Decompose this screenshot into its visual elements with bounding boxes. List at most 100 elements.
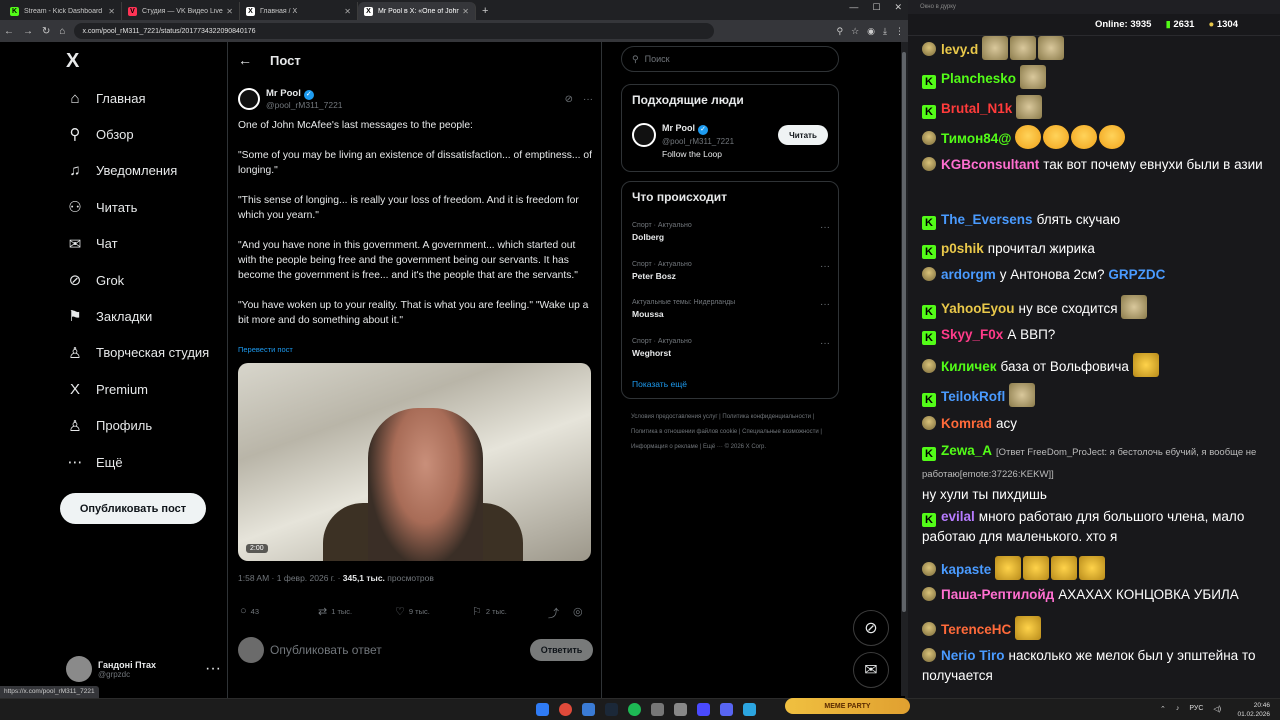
forward-icon[interactable]: → <box>23 26 33 37</box>
more-icon[interactable]: ··· <box>583 94 593 105</box>
nav-item[interactable]: ⋯ Ещё <box>66 447 123 477</box>
spotify-icon[interactable] <box>628 703 641 716</box>
chrome-icon[interactable] <box>559 703 572 716</box>
footer-links[interactable]: Условия предоставления услуг | Политика … <box>631 410 831 455</box>
clock[interactable]: 20:46 01.02.2026 <box>1237 701 1270 719</box>
more-icon[interactable]: ··· <box>820 222 830 233</box>
download-icon[interactable]: ⤓ <box>883 26 887 37</box>
home-icon[interactable]: ⌂ <box>59 26 65 37</box>
more-icon[interactable]: ··· <box>820 261 830 272</box>
tab-close-icon[interactable]: ✕ <box>226 7 233 16</box>
browser-tab[interactable]: X Главная / X ✕ <box>240 2 358 20</box>
zoom-icon[interactable]: ⚲ <box>836 26 843 37</box>
chat-username[interactable]: The_Eversens <box>941 212 1033 227</box>
account-switcher[interactable]: Гандоні Птах @grpzdc ··· <box>66 654 221 684</box>
trend-item[interactable]: Спорт · Актуально Weghorst ··· <box>632 338 830 358</box>
chat-username[interactable]: p0shik <box>941 241 984 256</box>
share-action[interactable]: ⤴ <box>548 605 559 621</box>
scrollbar-thumb[interactable] <box>902 52 906 612</box>
url-field[interactable]: x.com/pool_rM311_7221/status/20177343220… <box>74 23 715 39</box>
chat-username[interactable]: YahooEyou <box>941 301 1015 316</box>
new-tab-icon[interactable]: + <box>482 2 488 20</box>
more-icon[interactable]: ··· <box>820 338 830 349</box>
nav-item[interactable]: ♙ Творческая студия <box>66 338 209 368</box>
telegram-icon[interactable] <box>582 703 595 716</box>
bookmark-action[interactable]: ⚐ 2 тыс. <box>472 605 507 618</box>
chat-username[interactable]: Planchesko <box>941 71 1016 86</box>
more-icon[interactable]: ··· <box>205 660 221 678</box>
grok-fab-icon[interactable]: ⊘ <box>853 610 889 646</box>
post-video[interactable]: 2:00 <box>238 363 591 561</box>
discord-icon[interactable] <box>720 703 733 716</box>
trend-item[interactable]: Актуальные темы: Нидерланды Moussa ··· <box>632 299 830 319</box>
steam-icon[interactable] <box>605 703 618 716</box>
chat-username[interactable]: evilal <box>941 509 975 524</box>
chat-username[interactable]: Zewa_A <box>941 443 992 458</box>
repost-action[interactable]: ⇄ 1 тыс. <box>318 605 352 618</box>
start-icon[interactable] <box>536 703 549 716</box>
tab-close-icon[interactable]: ✕ <box>344 7 351 16</box>
follow-button[interactable]: Читать <box>778 125 828 145</box>
nav-item[interactable]: ⊘ Grok <box>66 265 124 295</box>
post-time[interactable]: 1:58 AM · 1 февр. 2026 г. · <box>238 573 343 583</box>
mic-icon[interactable]: ♪ <box>1176 705 1180 713</box>
media-icon[interactable] <box>697 703 710 716</box>
show-more-link[interactable]: Показать ещё <box>632 379 687 389</box>
nav-item[interactable]: X Premium <box>66 374 148 404</box>
chat-username[interactable]: levy.d <box>941 42 978 57</box>
translate-link[interactable]: Перевести пост <box>238 345 293 354</box>
chat-username[interactable]: Тимон84@ <box>941 131 1011 146</box>
nav-item[interactable]: ⌂ Главная <box>66 83 145 113</box>
publish-post-button[interactable]: Опубликовать пост <box>60 493 206 524</box>
browser-tab[interactable]: K Stream - Kick Dashboard ✕ <box>4 2 122 20</box>
nav-item[interactable]: ⚲ Обзор <box>66 119 134 149</box>
reload-icon[interactable]: ↻ <box>42 26 50 37</box>
browser-tab[interactable]: V Студия — VK Видео Live ✕ <box>122 2 240 20</box>
browser-tab[interactable]: X Mr Pool в X: «One of John McAfee's…✕ <box>358 2 476 20</box>
language-indicator[interactable]: РУС <box>1189 705 1203 713</box>
telegram2-icon[interactable] <box>743 703 756 716</box>
chat-mention[interactable]: GRPZDC <box>1108 267 1165 282</box>
trend-item[interactable]: Спорт · Актуально Dolberg ··· <box>632 222 830 242</box>
close-icon[interactable]: ✕ <box>894 2 902 13</box>
trend-item[interactable]: Спорт · Актуально Peter Bosz ··· <box>632 261 830 281</box>
back-icon[interactable]: ← <box>4 26 14 37</box>
search-input[interactable]: ⚲ Поиск <box>621 46 839 72</box>
nav-item[interactable]: ♫ Уведомления <box>66 156 177 186</box>
chat-username[interactable]: ardorgm <box>941 267 996 282</box>
author-name[interactable]: Mr Pool <box>266 88 301 99</box>
nav-item[interactable]: ✉ Чат <box>66 229 118 259</box>
globe-action[interactable]: ◎ <box>573 605 583 618</box>
messages-fab-icon[interactable]: ✉ <box>853 652 889 688</box>
chat-username[interactable]: kapaste <box>941 562 991 577</box>
scrollbar[interactable] <box>901 42 907 696</box>
reply-input[interactable]: Опубликовать ответ <box>270 643 530 657</box>
chat-username[interactable]: Nerio Tiro <box>941 648 1005 663</box>
reply-action[interactable]: ○ 43 <box>240 605 259 617</box>
star-icon[interactable]: ☆ <box>851 26 859 37</box>
menu-icon[interactable]: ⋮ <box>895 26 904 37</box>
chat-username[interactable]: Skyy_F0x <box>941 327 1003 342</box>
chat-username[interactable]: TeilokRofl <box>941 389 1005 404</box>
x-logo-icon[interactable]: X <box>66 50 79 73</box>
speaker-icon[interactable]: ◁) <box>1213 705 1221 713</box>
chevron-up-icon[interactable]: ⌃ <box>1160 705 1166 713</box>
nav-item[interactable]: ⚑ Закладки <box>66 301 152 331</box>
extension-icon[interactable]: ◉ <box>867 26 875 37</box>
tab-close-icon[interactable]: ✕ <box>108 7 115 16</box>
chat-username[interactable]: Komrad <box>941 416 992 431</box>
chat-username[interactable]: Киличек <box>941 359 997 374</box>
person-avatar[interactable] <box>632 123 656 147</box>
chat-username[interactable]: Brutal_N1k <box>941 101 1012 116</box>
more-icon[interactable]: ··· <box>820 299 830 310</box>
post-author[interactable]: Mr Pool ✓ @pool_rM311_7221 ⊘ ··· <box>238 86 593 112</box>
chat-username[interactable]: TerenceHC <box>941 622 1011 637</box>
person-name[interactable]: Mr Pool <box>662 123 695 133</box>
chat-username[interactable]: KGBconsultant <box>941 157 1039 172</box>
nav-item[interactable]: ♙ Профиль <box>66 411 152 441</box>
obs-icon[interactable] <box>674 703 687 716</box>
app-icon[interactable] <box>651 703 664 716</box>
like-action[interactable]: ♡ 9 тыс. <box>395 605 430 618</box>
reply-button[interactable]: Ответить <box>530 639 593 661</box>
back-arrow-icon[interactable]: ← <box>238 52 252 68</box>
